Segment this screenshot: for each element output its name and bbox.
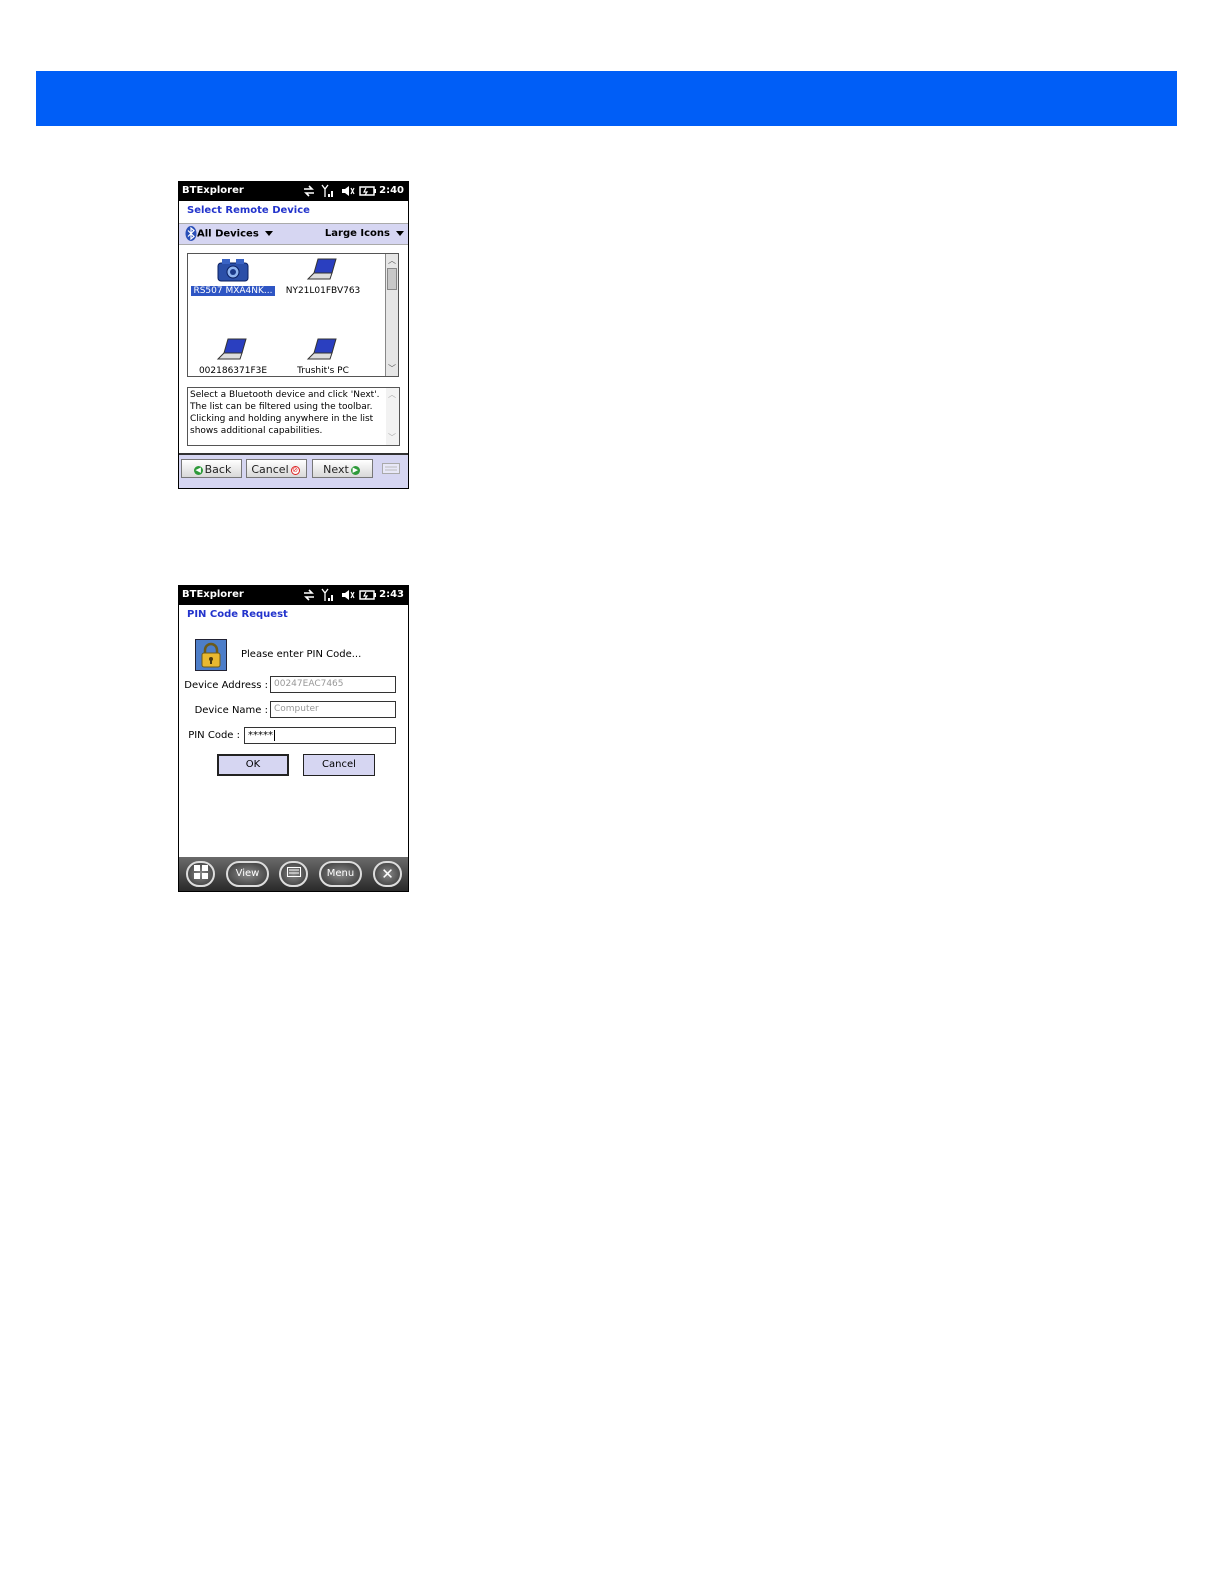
- cancel-button[interactable]: Cancel: [303, 754, 375, 776]
- device-name: NY21L01FBV763: [285, 286, 361, 296]
- chevron-down-icon: [396, 230, 404, 236]
- view-mode-label: Large Icons: [324, 228, 390, 239]
- pin-code-value: *****: [248, 730, 273, 741]
- windows-logo-icon: [193, 865, 208, 879]
- back-arrow-icon: ◀: [193, 465, 203, 475]
- taskbar: View Menu ✕: [179, 857, 408, 891]
- device-name: Trushit's PC: [297, 366, 349, 376]
- signal-icon: [321, 184, 333, 197]
- status-bar: BTExplorer 2:43: [179, 586, 408, 605]
- status-bar: BTExplorer 2:40: [179, 182, 408, 201]
- clock: 2:40: [379, 185, 404, 196]
- close-button[interactable]: ✕: [373, 861, 402, 887]
- volume-muted-icon: [342, 590, 355, 600]
- help-line: The list can be filtered using the toolb…: [190, 402, 373, 412]
- device-name-field[interactable]: Computer: [270, 701, 396, 718]
- text-cursor: [274, 730, 275, 741]
- menu-button[interactable]: Menu: [319, 861, 362, 887]
- ok-button[interactable]: OK: [217, 754, 289, 776]
- connectivity-icon: [304, 185, 314, 197]
- scroll-up-icon[interactable]: ︿: [386, 255, 398, 267]
- connectivity-icon: [304, 589, 314, 601]
- device-filter-label: All Devices: [197, 228, 259, 240]
- header-banner: [36, 71, 1177, 126]
- scroll-down-icon[interactable]: ﹀: [386, 432, 398, 444]
- keyboard-button[interactable]: [279, 861, 308, 887]
- device-address-label: Device Address :: [184, 680, 268, 691]
- next-button[interactable]: Next ▶: [312, 459, 373, 478]
- laptop-icon: [306, 258, 337, 280]
- pin-prompt: Please enter PIN Code...: [241, 649, 362, 660]
- pin-request-screen: BTExplorer 2:43 PIN Code Request Please …: [178, 585, 409, 892]
- list-item[interactable]: Trushit's PC: [278, 337, 368, 376]
- help-line: Select a Bluetooth device and click 'Nex…: [190, 390, 380, 400]
- close-icon: ✕: [381, 865, 394, 883]
- device-filter-dropdown[interactable]: All Devices: [185, 226, 273, 241]
- battery-icon: [359, 186, 376, 196]
- cancel-button[interactable]: Cancel ⊘: [246, 459, 307, 478]
- scroll-up-icon[interactable]: ︿: [386, 389, 398, 401]
- help-line: Clicking and holding anywhere in the lis…: [190, 414, 374, 424]
- pin-code-field[interactable]: *****: [244, 727, 396, 744]
- start-button[interactable]: [186, 861, 215, 887]
- next-arrow-icon: ▶: [350, 465, 360, 475]
- view-button[interactable]: View: [226, 861, 269, 887]
- keyboard-icon[interactable]: [382, 463, 400, 474]
- wizard-button-bar: ◀ Back Cancel ⊘ Next ▶: [179, 453, 408, 488]
- help-text-box: Select a Bluetooth device and click 'Nex…: [187, 387, 400, 446]
- select-device-screen: BTExplorer 2:40 Select Remote Device All…: [178, 181, 409, 489]
- app-title: BTExplorer: [182, 185, 244, 196]
- bluetooth-icon: [185, 226, 197, 241]
- next-label: Next: [323, 463, 349, 476]
- device-name: RS507 MXA4NK...: [191, 286, 275, 296]
- help-line: shows additional capabilities.: [190, 426, 323, 436]
- help-scrollbar[interactable]: ︿ ﹀: [386, 388, 399, 445]
- volume-muted-icon: [342, 186, 355, 196]
- list-item[interactable]: NY21L01FBV763: [278, 257, 368, 296]
- device-list-scrollbar[interactable]: ︿ ﹀: [385, 254, 398, 376]
- device-name: 002186371F3E: [198, 366, 268, 376]
- page-title: Select Remote Device: [187, 205, 310, 216]
- clock: 2:43: [379, 589, 404, 600]
- signal-icon: [321, 588, 333, 601]
- cancel-icon: ⊘: [290, 465, 300, 475]
- cancel-label: Cancel: [251, 463, 289, 476]
- list-item[interactable]: 002186371F3E: [188, 337, 278, 376]
- list-item[interactable]: RS507 MXA4NK...: [188, 257, 278, 296]
- chevron-down-icon: [264, 231, 273, 236]
- battery-icon: [359, 590, 376, 600]
- view-mode-dropdown[interactable]: Large Icons: [325, 228, 404, 239]
- app-title: BTExplorer: [182, 589, 244, 600]
- laptop-icon: [306, 338, 337, 360]
- lock-icon: [195, 639, 227, 671]
- keyboard-icon: [286, 867, 301, 877]
- device-list[interactable]: RS507 MXA4NK... NY21L01FBV763 002186371F…: [187, 253, 399, 377]
- back-button[interactable]: ◀ Back: [181, 459, 242, 478]
- device-address-field[interactable]: 00247EAC7465: [270, 676, 396, 693]
- pin-code-label: PIN Code :: [188, 730, 240, 741]
- device-name-label: Device Name :: [194, 705, 268, 716]
- scanner-icon: [217, 259, 249, 282]
- filter-toolbar: All Devices Large Icons: [179, 223, 408, 245]
- scrollbar-thumb[interactable]: [387, 268, 397, 290]
- back-label: Back: [204, 463, 232, 476]
- laptop-icon: [216, 338, 247, 360]
- page-title: PIN Code Request: [187, 609, 288, 620]
- scroll-down-icon[interactable]: ﹀: [386, 363, 398, 375]
